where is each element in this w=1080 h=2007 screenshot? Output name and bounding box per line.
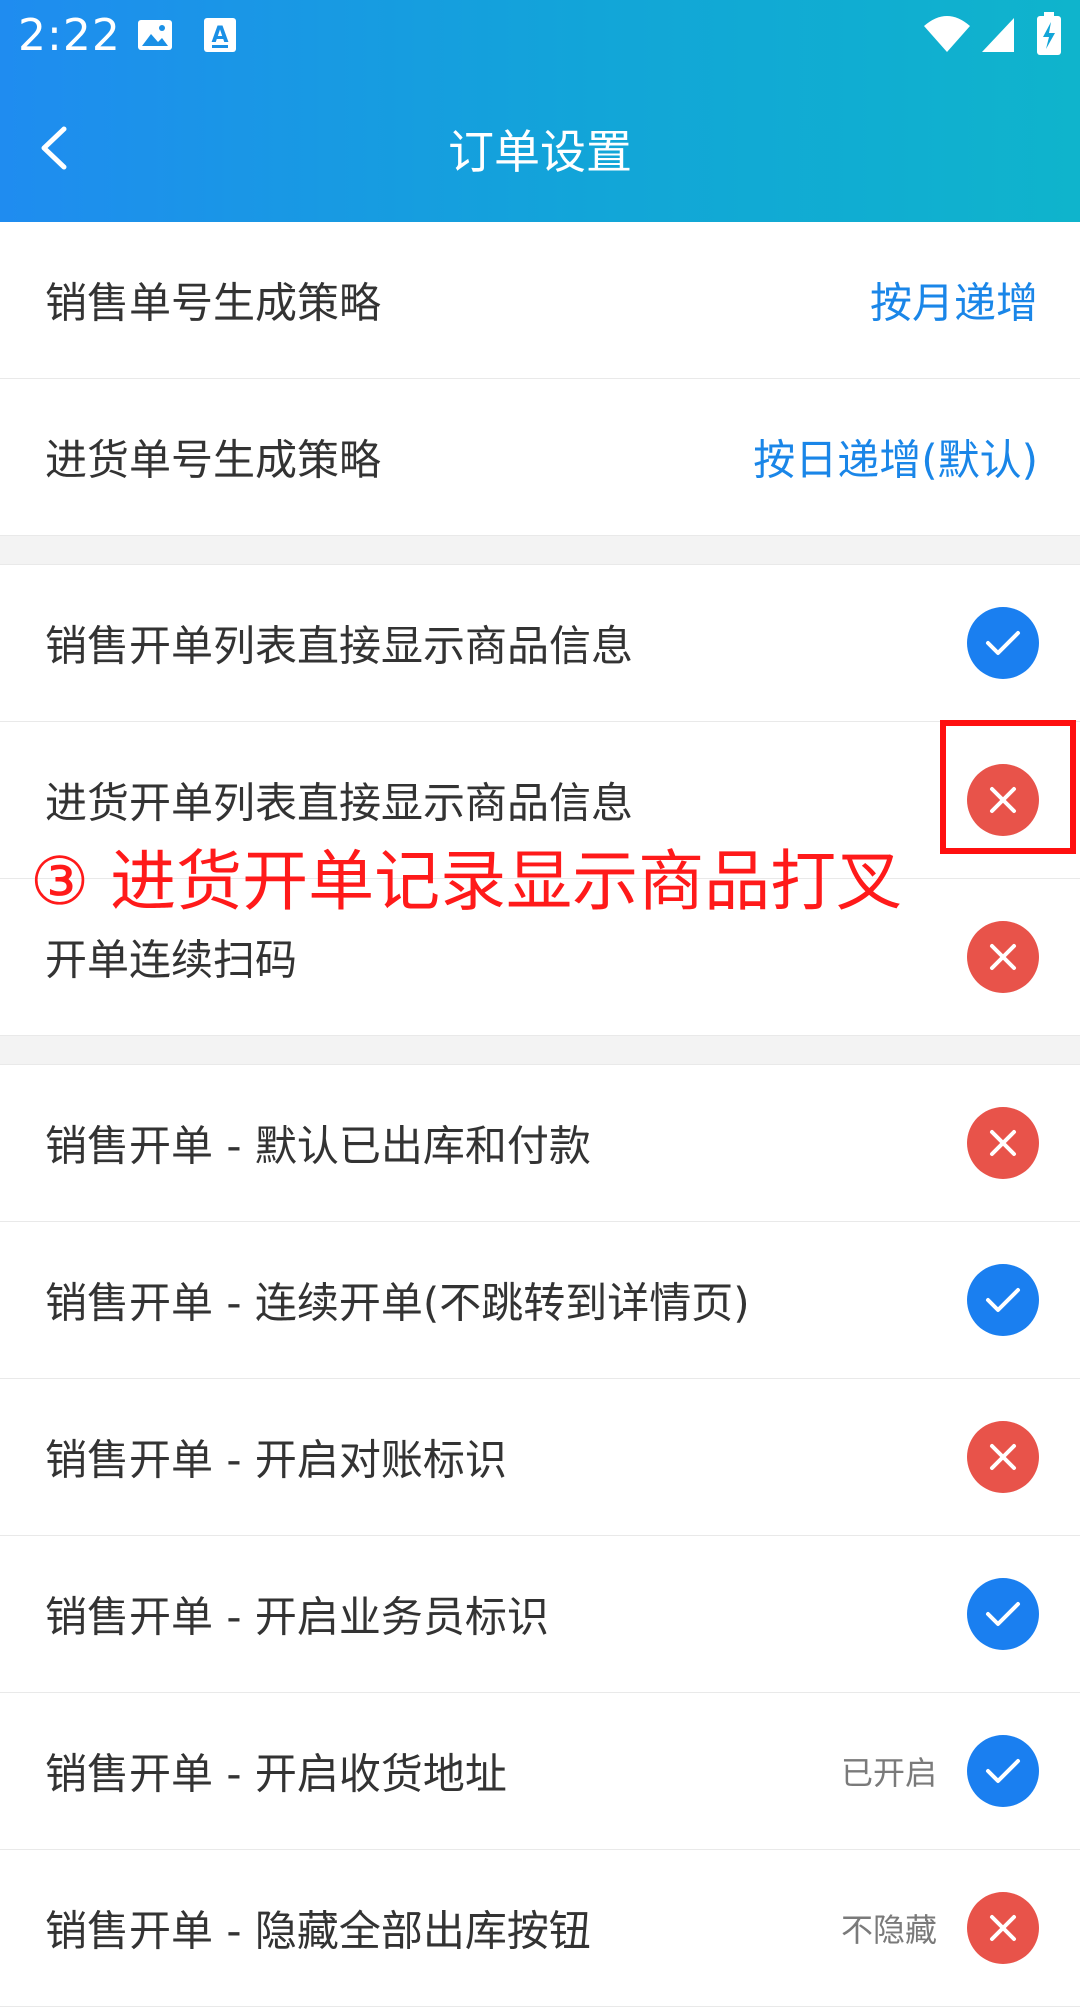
close-icon [990, 944, 1016, 970]
setting-label: 销售开单 - 默认已出库和付款 [45, 1121, 591, 1171]
nav-bar: 订单设置 [0, 76, 1080, 222]
svg-text:A: A [211, 23, 228, 48]
toggle-button[interactable] [967, 1264, 1039, 1336]
font-icon: A [202, 16, 238, 58]
setting-row-purchase-number-strategy[interactable]: 进货单号生成策略 按日递增(默认) [0, 379, 1080, 536]
check-icon [986, 631, 1020, 655]
status-bar: 2:22 A [0, 0, 1080, 76]
toggle-button[interactable] [967, 1735, 1039, 1807]
setting-label: 销售开单 - 开启业务员标识 [45, 1592, 549, 1642]
wifi-icon [922, 14, 972, 58]
toggle-button[interactable] [967, 921, 1039, 993]
setting-label: 销售开单 - 隐藏全部出库按钮 [45, 1906, 591, 1956]
app-header: 2:22 A 订单设置 [0, 0, 1080, 222]
toggle-button[interactable] [967, 1421, 1039, 1493]
setting-status: 已开启 [840, 1754, 937, 1792]
page-title: 订单设置 [448, 125, 632, 179]
check-icon [986, 1288, 1020, 1312]
setting-row-sales-number-strategy[interactable]: 销售单号生成策略 按月递增 [0, 222, 1080, 379]
annotation-text: ③ 进货开单记录显示商品打叉 [30, 843, 903, 920]
toggle-button[interactable] [967, 1578, 1039, 1650]
setting-row-sales-list-show-goods: 销售开单列表直接显示商品信息 [0, 565, 1080, 722]
setting-label: 进货开单列表直接显示商品信息 [45, 778, 634, 828]
setting-row-reconciliation-mark: 销售开单 - 开启对账标识 [0, 1379, 1080, 1536]
signal-icon [980, 16, 1016, 58]
setting-status: 不隐藏 [840, 1911, 937, 1949]
toggle-button[interactable] [967, 607, 1039, 679]
settings-list: 销售单号生成策略 按月递增 进货单号生成策略 按日递增(默认) 销售开单列表直接… [0, 222, 1080, 2007]
status-time: 2:22 [18, 10, 121, 61]
close-icon [990, 1130, 1016, 1156]
section-divider [0, 536, 1080, 565]
setting-label: 进货单号生成策略 [45, 435, 382, 485]
setting-label: 销售开单 - 开启收货地址 [45, 1749, 507, 1799]
setting-label: 销售开单 - 连续开单(不跳转到详情页) [45, 1278, 750, 1328]
setting-label: 开单连续扫码 [45, 935, 298, 985]
setting-row-default-shipped-paid: 销售开单 - 默认已出库和付款 [0, 1065, 1080, 1222]
battery-charging-icon [1036, 12, 1062, 60]
setting-label: 销售单号生成策略 [45, 278, 382, 328]
check-icon [986, 1602, 1020, 1626]
annotation-highlight-box [940, 720, 1076, 854]
setting-value: 按日递增(默认) [753, 435, 1038, 485]
setting-row-shipping-address: 销售开单 - 开启收货地址 已开启 [0, 1693, 1080, 1850]
toggle-button[interactable] [967, 1107, 1039, 1179]
setting-value: 按月递增 [869, 278, 1038, 328]
setting-row-continuous-order: 销售开单 - 连续开单(不跳转到详情页) [0, 1222, 1080, 1379]
setting-row-salesperson-mark: 销售开单 - 开启业务员标识 [0, 1536, 1080, 1693]
toggle-button[interactable] [967, 1892, 1039, 1964]
close-icon [990, 1444, 1016, 1470]
setting-label: 销售开单列表直接显示商品信息 [45, 621, 634, 671]
setting-row-hide-ship-all-button: 销售开单 - 隐藏全部出库按钮 不隐藏 [0, 1850, 1080, 2007]
check-icon [986, 1759, 1020, 1783]
section-divider [0, 1036, 1080, 1065]
setting-label: 销售开单 - 开启对账标识 [45, 1435, 507, 1485]
image-icon [136, 16, 174, 58]
close-icon [990, 1915, 1016, 1941]
